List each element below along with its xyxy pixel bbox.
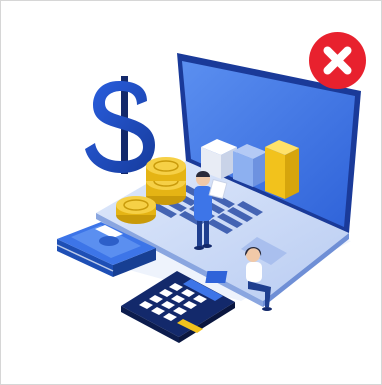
close-x-icon — [323, 46, 352, 75]
image-dialog — [0, 0, 382, 385]
dollar-sign-icon — [85, 76, 155, 174]
close-button[interactable] — [309, 32, 366, 89]
